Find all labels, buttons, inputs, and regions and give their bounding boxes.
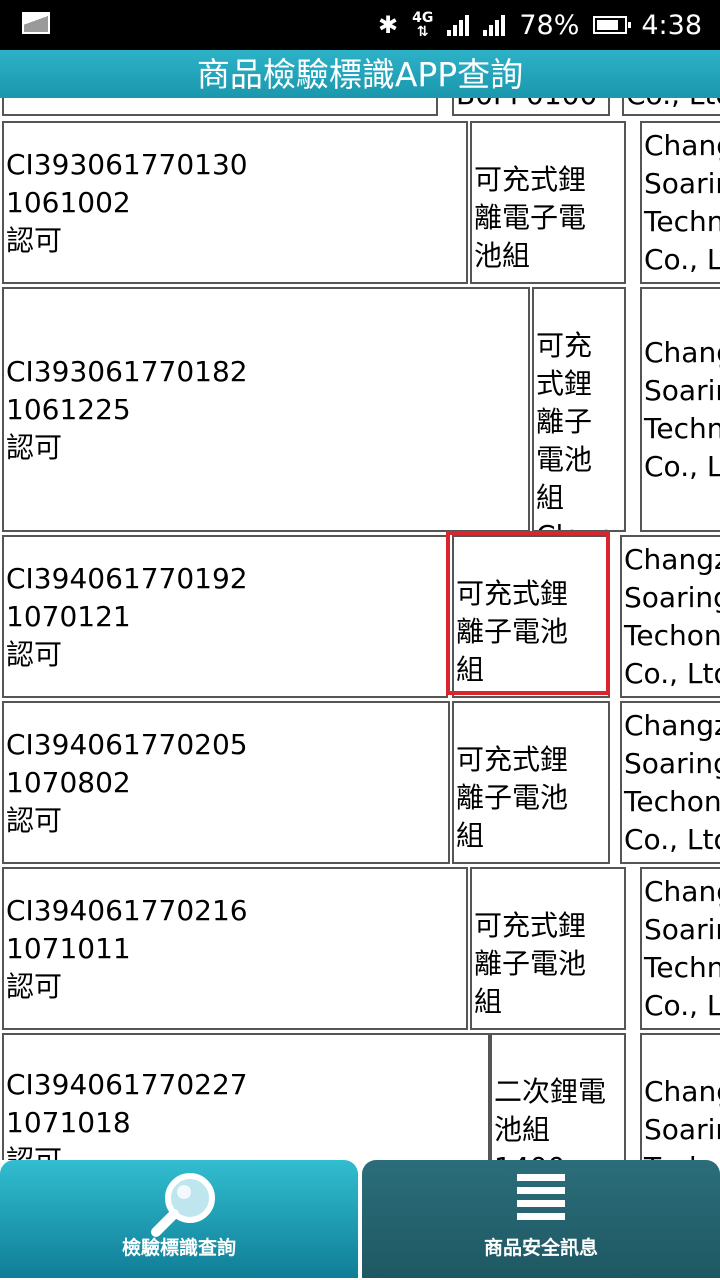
product-cell: 可充式鋰 離子電池 組 B2PS5100: [470, 867, 626, 1030]
cert-text: CI394061770227 1071018 認可: [6, 1068, 248, 1160]
product-text: 可充式鋰 離子電池 組 B0PJX100: [456, 577, 591, 696]
status-right: ✱ 4G ⇅ 78% 4:38: [378, 0, 702, 50]
company-cell: Changzhou Soaring Technology Co., Ltd: [640, 287, 720, 532]
cert-cell: CI393061770130 1061002 認可: [2, 121, 468, 284]
product-text: 可充式鋰 離子電池 組 B0PAF100: [456, 743, 597, 862]
table-row[interactable]: CI394061770205 1070802 認可 可充式鋰 離子電池 組 B0…: [0, 701, 720, 867]
magnifier-icon: [151, 1173, 215, 1237]
company-text: Changzhou Soaring Techonology Co., Ltd: [624, 708, 720, 856]
company-cell: Changzhou Soaring Techonology Co., Ltd: [620, 701, 720, 864]
table-row[interactable]: CI394061770227 1071018 認可 二次鋰電 池組 1400- …: [0, 1033, 720, 1160]
cert-cell: CI394061770216 1071011 認可: [2, 867, 468, 1030]
company-cell: Changzhou Soaring Technology Co., Ltd: [640, 867, 720, 1030]
app-title: 商品檢驗標識APP查詢: [196, 55, 524, 94]
company-text: Changzhou Soaring Technology Co., Ltd: [644, 874, 720, 1022]
product-cell: 可充 式鋰 離子 電池 組 Clover: [532, 287, 626, 532]
company-text: Changzhou Soaring Techonology Co., Ltd: [624, 542, 720, 690]
product-text: B0PF0100: [456, 98, 597, 114]
cert-text: CI394061770216 1071011 認可: [6, 893, 248, 1003]
product-cell: 可充式鋰 離子電池 組 B0PAF100: [452, 701, 610, 864]
company-cell: Co., Ltd: [622, 98, 720, 116]
table-row[interactable]: CI394061770216 1071011 認可 可充式鋰 離子電池 組 B2…: [0, 867, 720, 1033]
battery-icon: [593, 16, 632, 34]
product-text: 可充式鋰 離電子電 池組 B0PG1100: [474, 163, 621, 282]
product-cell: 可充式鋰 離電子電 池組 B0PG1100: [470, 121, 626, 284]
product-text: 可充式鋰 離子電池 組 B2PS5100: [474, 909, 617, 1028]
signal-icon-2: [483, 14, 506, 36]
product-cell: 可充式鋰 離子電池 組 B0PJX100: [452, 535, 610, 698]
cert-text: CI394061770192 1070121 認可: [6, 561, 248, 671]
menu-icon: [517, 1174, 565, 1220]
company-text: Changzhou Soaring Technology Co., Ltd: [644, 1075, 720, 1160]
network-indicator: 4G ⇅: [412, 10, 434, 40]
company-text: Changzhou Soaring Technology Co., Ltd: [644, 335, 720, 483]
company-cell: Changzhou Soaring Technology Co., Ltd: [640, 121, 720, 284]
product-text: 二次鋰電 池組 1400-: [494, 1075, 607, 1160]
status-bar: ✱ 4G ⇅ 78% 4:38: [0, 0, 720, 50]
cert-cell: CI393061770182 1061225 認可: [2, 287, 530, 532]
bottom-navigation: 檢驗標識查詢 商品安全訊息: [0, 1160, 720, 1280]
bluetooth-icon: ✱: [378, 11, 399, 39]
tab-safety-news[interactable]: 商品安全訊息: [362, 1160, 720, 1278]
product-text: 可充 式鋰 離子 電池 組 Clover: [536, 329, 624, 530]
cert-cell: CI394061770192 1070121 認可: [2, 535, 448, 698]
table-row-partial: B0PF0100 Co., Ltd: [0, 98, 720, 121]
cert-text: CI393061770130 1061002 認可: [6, 147, 248, 257]
table-row[interactable]: CI393061770130 1061002 認可 可充式鋰 離電子電 池組 B…: [0, 121, 720, 287]
signal-icon: [447, 14, 470, 36]
company-cell: Changzhou Soaring Technology Co., Ltd: [640, 1033, 720, 1160]
battery-percent: 78%: [519, 9, 580, 41]
tab-search-label: 檢驗標識查詢: [121, 1237, 236, 1259]
product-cell: 二次鋰電 池組 1400-: [490, 1033, 626, 1160]
results-table: B0PF0100 Co., Ltd CI393061770130 1061002…: [0, 98, 720, 1160]
tab-news-label: 商品安全訊息: [483, 1237, 598, 1259]
cert-cell: CI394061770205 1070802 認可: [2, 701, 450, 864]
clock: 4:38: [641, 9, 702, 41]
company-cell: Changzhou Soaring Techonology Co., Ltd: [620, 535, 720, 698]
table-row[interactable]: CI393061770182 1061225 認可 可充 式鋰 離子 電池 組 …: [0, 287, 720, 535]
product-cell: B0PF0100: [452, 98, 610, 116]
cert-cell: CI394061770227 1071018 認可: [2, 1033, 490, 1160]
app-title-bar: 商品檢驗標識APP查詢: [0, 50, 720, 98]
company-text: Changzhou Soaring Technology Co., Ltd: [644, 128, 720, 276]
table-row[interactable]: CI394061770192 1070121 認可 可充式鋰 離子電池 組 B0…: [0, 531, 720, 701]
cert-text: CI393061770182 1061225 認可: [6, 354, 248, 464]
results-scroll-area[interactable]: B0PF0100 Co., Ltd CI393061770130 1061002…: [0, 98, 720, 1160]
tab-label-search[interactable]: 檢驗標識查詢: [0, 1160, 358, 1278]
cert-cell: [2, 98, 438, 116]
cert-text: CI394061770205 1070802 認可: [6, 727, 248, 837]
image-icon: [22, 12, 50, 34]
company-text: Co., Ltd: [626, 98, 720, 114]
